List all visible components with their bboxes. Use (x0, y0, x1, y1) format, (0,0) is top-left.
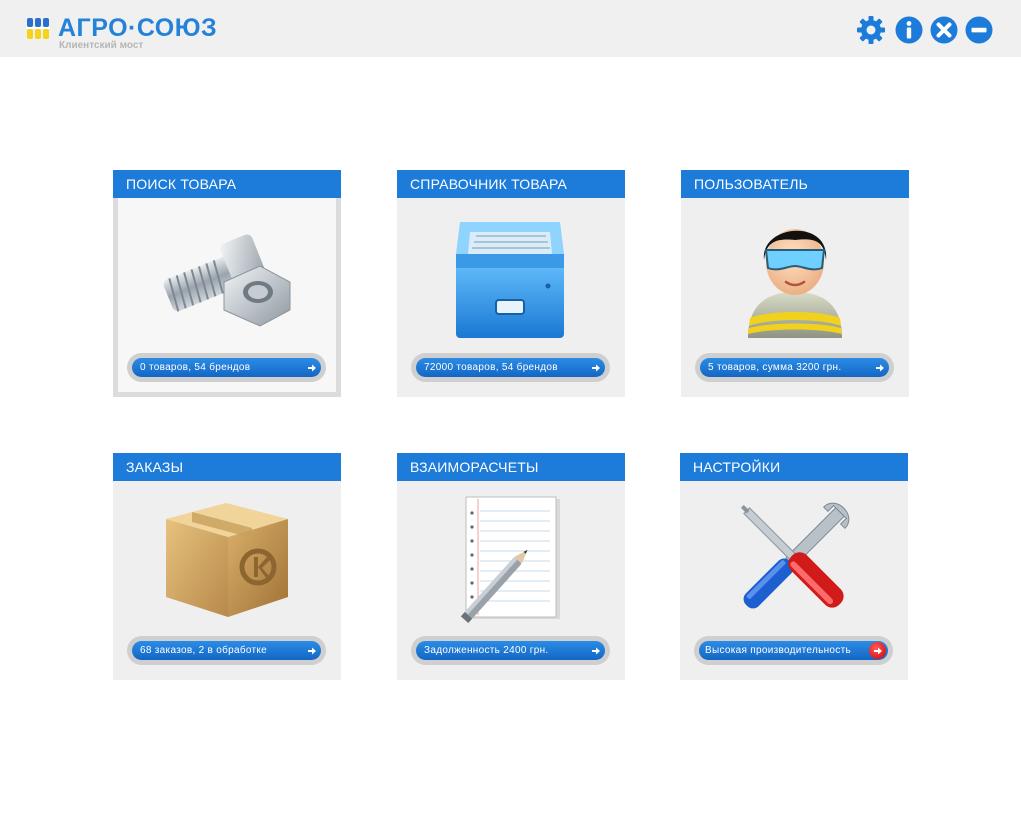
tile-product-search[interactable]: ПОИСК ТОВАРА 0 товаров, 54 брендов (113, 170, 341, 397)
settings-button[interactable] (856, 15, 886, 45)
arrow-right-icon (305, 644, 318, 657)
app-logo: АГРО·СОЮЗ Клиентский мост (26, 14, 226, 53)
minimize-button[interactable] (964, 15, 994, 45)
close-button[interactable] (929, 15, 959, 45)
notepad-pencil-icon (436, 493, 586, 623)
tile-settings[interactable]: НАСТРОЙКИ Высокая производительность (680, 453, 908, 680)
status-pill-inner: 68 заказов, 2 в обработке (132, 641, 321, 660)
top-bar: АГРО·СОЮЗ Клиентский мост (0, 0, 1021, 57)
tile-title: ПОИСК ТОВАРА (113, 170, 341, 198)
tile-orders[interactable]: ЗАКАЗЫ 68 заказов, 2 в обработке (113, 453, 341, 680)
gear-icon (857, 16, 885, 44)
status-text: 72000 товаров, 54 брендов (424, 362, 558, 373)
bolt-nut-icon (152, 210, 302, 340)
tile-product-catalog[interactable]: СПРАВОЧНИК ТОВАРА 72000 товаров, 54 брен… (397, 170, 625, 397)
status-pill-inner: 72000 товаров, 54 брендов (416, 358, 605, 377)
user-avatar-icon (720, 210, 870, 340)
package-box-icon (152, 493, 302, 623)
minimize-icon (965, 16, 993, 44)
status-text: 0 товаров, 54 брендов (140, 362, 251, 373)
tile-title: СПРАВОЧНИК ТОВАРА (397, 170, 625, 198)
arrow-right-icon (589, 361, 602, 374)
arrow-right-icon (589, 644, 602, 657)
arrow-right-icon (305, 361, 318, 374)
status-pill[interactable]: 0 товаров, 54 брендов (127, 353, 326, 382)
tools-icon (719, 493, 869, 623)
status-pill[interactable]: Задолженность 2400 грн. (411, 636, 610, 665)
logo-subtitle: Клиентский мост (59, 40, 144, 51)
status-pill-inner: 5 товаров, сумма 3200 грн. (700, 358, 889, 377)
status-pill-inner: Задолженность 2400 грн. (416, 641, 605, 660)
arrow-right-alert-icon (869, 642, 886, 659)
status-pill[interactable]: 72000 товаров, 54 брендов (411, 353, 610, 382)
file-cabinet-icon (436, 210, 586, 340)
tile-title: ВЗАИМОРАСЧЕТЫ (397, 453, 625, 481)
status-text: 5 товаров, сумма 3200 грн. (708, 362, 842, 373)
logo-mark-icon (26, 18, 50, 39)
tile-title: ЗАКАЗЫ (113, 453, 341, 481)
status-pill[interactable]: Высокая производительность (694, 636, 893, 665)
logo-title: АГРО·СОЮЗ (58, 14, 218, 42)
tile-user[interactable]: ПОЛЬЗОВАТЕЛЬ 5 товаров, сумма 3200 грн. (681, 170, 909, 397)
arrow-right-icon (873, 361, 886, 374)
tile-title: НАСТРОЙКИ (680, 453, 908, 481)
status-pill[interactable]: 5 товаров, сумма 3200 грн. (695, 353, 894, 382)
info-button[interactable] (894, 15, 924, 45)
close-icon (930, 16, 958, 44)
info-icon (895, 16, 923, 44)
status-text: 68 заказов, 2 в обработке (140, 645, 268, 656)
window-controls (856, 15, 996, 47)
status-pill[interactable]: 68 заказов, 2 в обработке (127, 636, 326, 665)
status-pill-inner: Высокая производительность (699, 641, 888, 660)
tile-settlements[interactable]: ВЗАИМОРАСЧЕТЫ Задолженность 2400 грн. (397, 453, 625, 680)
tile-title: ПОЛЬЗОВАТЕЛЬ (681, 170, 909, 198)
status-text: Высокая производительность (705, 645, 851, 656)
status-pill-inner: 0 товаров, 54 брендов (132, 358, 321, 377)
status-text: Задолженность 2400 грн. (424, 645, 549, 656)
